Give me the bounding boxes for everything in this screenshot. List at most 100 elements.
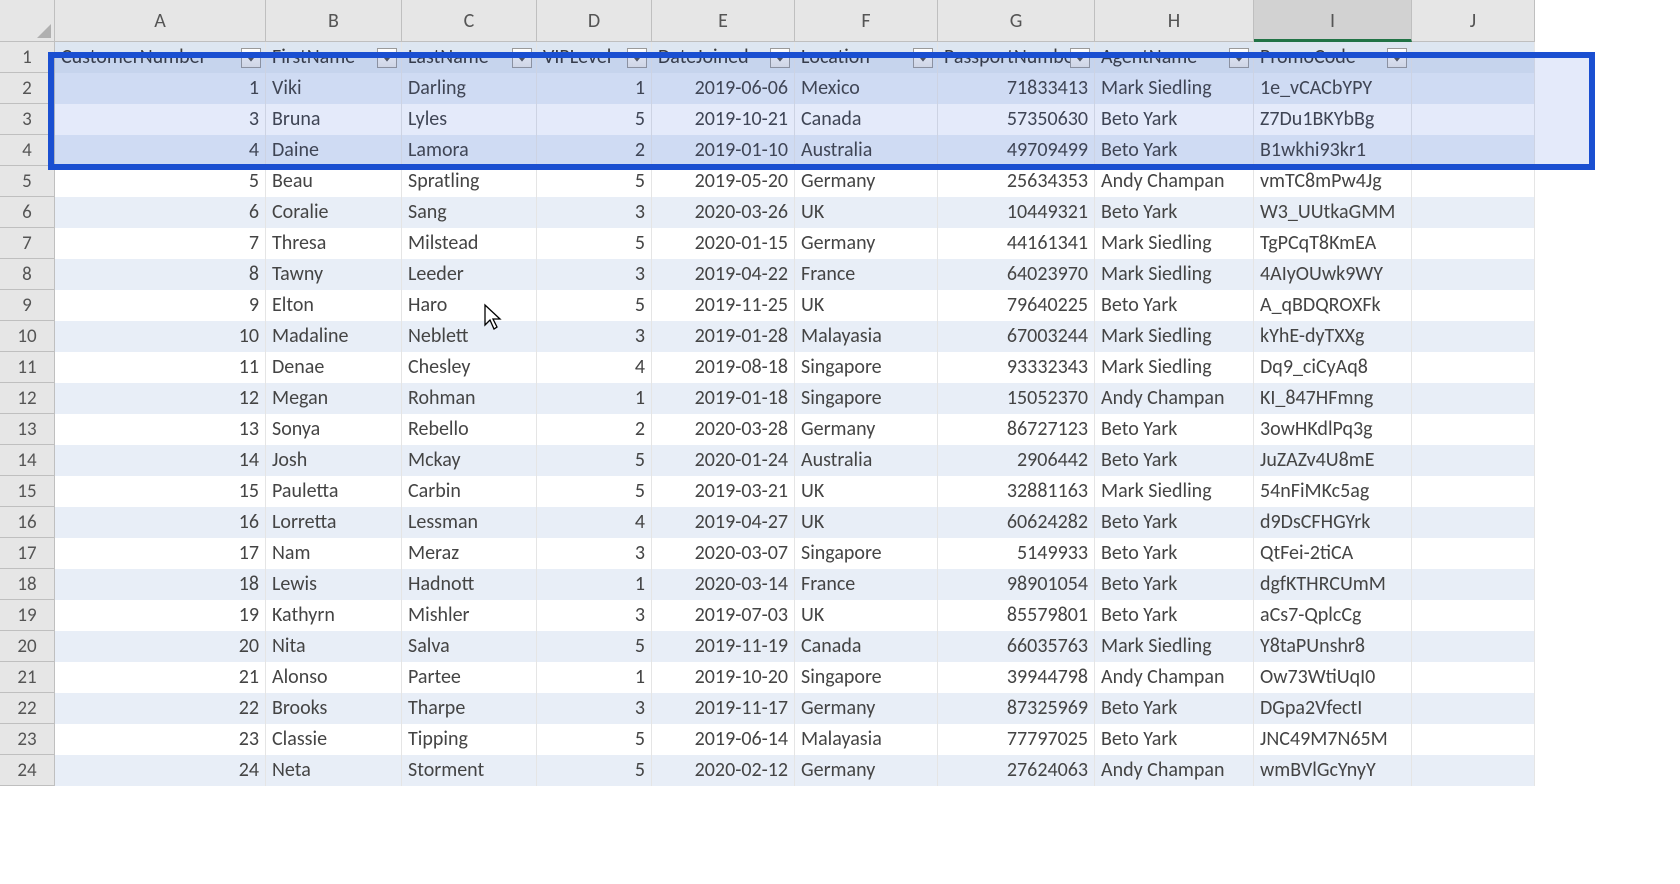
cell[interactable]: 87325969	[938, 693, 1095, 724]
filter-dropdown-icon[interactable]	[627, 48, 647, 68]
cell[interactable]: Mexico	[795, 73, 938, 104]
cell[interactable]: 32881163	[938, 476, 1095, 507]
cell[interactable]: 98901054	[938, 569, 1095, 600]
cell[interactable]: 4	[55, 135, 266, 166]
cell[interactable]: 15052370	[938, 383, 1095, 414]
row-header-2[interactable]: 2	[0, 73, 55, 104]
cell[interactable]: 2020-03-07	[652, 538, 795, 569]
cell[interactable]: 77797025	[938, 724, 1095, 755]
cell[interactable]: Mark Siedling	[1095, 73, 1254, 104]
cell[interactable]: 2020-03-14	[652, 569, 795, 600]
cell[interactable]: 2019-10-20	[652, 662, 795, 693]
cell[interactable]	[1412, 755, 1535, 786]
cell[interactable]: 2019-01-10	[652, 135, 795, 166]
row-header-12[interactable]: 12	[0, 383, 55, 414]
cell[interactable]: 49709499	[938, 135, 1095, 166]
header-cell-G[interactable]: PassportNumber	[938, 42, 1095, 73]
column-header-J[interactable]: J	[1412, 0, 1535, 42]
cell[interactable]: 1	[55, 73, 266, 104]
cell[interactable]: Andy Champan	[1095, 755, 1254, 786]
cell[interactable]: 11	[55, 352, 266, 383]
cell[interactable]: Beto Yark	[1095, 197, 1254, 228]
cell[interactable]	[1412, 507, 1535, 538]
cell[interactable]: Mark Siedling	[1095, 631, 1254, 662]
cell[interactable]: Mark Siedling	[1095, 321, 1254, 352]
cell[interactable]: 22	[55, 693, 266, 724]
cell[interactable]: Denae	[266, 352, 402, 383]
cell[interactable]: Sonya	[266, 414, 402, 445]
filter-dropdown-icon[interactable]	[1229, 48, 1249, 68]
cell[interactable]: 60624282	[938, 507, 1095, 538]
filter-dropdown-icon[interactable]	[377, 48, 397, 68]
cell[interactable]: Sang	[402, 197, 537, 228]
cell[interactable]: 2020-03-28	[652, 414, 795, 445]
cell[interactable]: d9DsCFHGYrk	[1254, 507, 1412, 538]
column-header-H[interactable]: H	[1095, 0, 1254, 42]
cell[interactable]: 64023970	[938, 259, 1095, 290]
header-cell-F[interactable]: Location	[795, 42, 938, 73]
cell[interactable]: 16	[55, 507, 266, 538]
cell[interactable]: Canada	[795, 104, 938, 135]
cell[interactable]: Kathyrn	[266, 600, 402, 631]
cell[interactable]: JuZAZv4U8mE	[1254, 445, 1412, 476]
cell[interactable]: Chesley	[402, 352, 537, 383]
cell[interactable]: Germany	[795, 414, 938, 445]
cell[interactable]: Darling	[402, 73, 537, 104]
cell[interactable]: UK	[795, 600, 938, 631]
row-header-23[interactable]: 23	[0, 724, 55, 755]
cell[interactable]: 3	[55, 104, 266, 135]
cell[interactable]	[1412, 569, 1535, 600]
cell[interactable]: 2019-04-22	[652, 259, 795, 290]
cell[interactable]: Pauletta	[266, 476, 402, 507]
cell[interactable]: Dq9_ciCyAq8	[1254, 352, 1412, 383]
cell[interactable]: Mark Siedling	[1095, 228, 1254, 259]
cell[interactable]: Tharpe	[402, 693, 537, 724]
cell[interactable]: kYhE-dyTXXg	[1254, 321, 1412, 352]
cell[interactable]	[1412, 662, 1535, 693]
cell[interactable]: 5	[55, 166, 266, 197]
cell[interactable]: Germany	[795, 755, 938, 786]
cell[interactable]: 5	[537, 476, 652, 507]
cell[interactable]: 20	[55, 631, 266, 662]
cell[interactable]: Singapore	[795, 352, 938, 383]
row-header-14[interactable]: 14	[0, 445, 55, 476]
cell[interactable]: 2020-01-24	[652, 445, 795, 476]
row-header-6[interactable]: 6	[0, 197, 55, 228]
cell[interactable]: Germany	[795, 166, 938, 197]
cell[interactable]: Megan	[266, 383, 402, 414]
cell[interactable]: TgPCqT8KmEA	[1254, 228, 1412, 259]
header-cell-C[interactable]: LastName	[402, 42, 537, 73]
cell[interactable]: Alonso	[266, 662, 402, 693]
cell[interactable]: Lyles	[402, 104, 537, 135]
cell[interactable]: 5	[537, 631, 652, 662]
cell[interactable]: 3	[537, 600, 652, 631]
cell[interactable]: 25634353	[938, 166, 1095, 197]
header-cell-I[interactable]: PromoCode	[1254, 42, 1412, 73]
cell[interactable]: 14	[55, 445, 266, 476]
cell[interactable]: Hadnott	[402, 569, 537, 600]
cell[interactable]: 15	[55, 476, 266, 507]
cell[interactable]: 3	[537, 259, 652, 290]
cell[interactable]: 2019-10-21	[652, 104, 795, 135]
cell[interactable]: Beto Yark	[1095, 104, 1254, 135]
cell[interactable]: 2020-03-26	[652, 197, 795, 228]
cell[interactable]: 10449321	[938, 197, 1095, 228]
cell[interactable]: 5	[537, 290, 652, 321]
cell[interactable]: 4AIyOUwk9WY	[1254, 259, 1412, 290]
cell[interactable]	[1412, 693, 1535, 724]
row-header-4[interactable]: 4	[0, 135, 55, 166]
cell[interactable]: 44161341	[938, 228, 1095, 259]
cell[interactable]: Madaline	[266, 321, 402, 352]
row-header-3[interactable]: 3	[0, 104, 55, 135]
cell[interactable]: 2019-08-18	[652, 352, 795, 383]
header-cell-D[interactable]: VIPLevel	[537, 42, 652, 73]
cell[interactable]	[1412, 104, 1535, 135]
cell[interactable]: 2019-11-17	[652, 693, 795, 724]
cell[interactable]: Leeder	[402, 259, 537, 290]
filter-dropdown-icon[interactable]	[770, 48, 790, 68]
cell[interactable]: 4	[537, 352, 652, 383]
cell[interactable]: KI_847HFmng	[1254, 383, 1412, 414]
cell[interactable]: 13	[55, 414, 266, 445]
cell[interactable]: Andy Champan	[1095, 383, 1254, 414]
cell[interactable]	[1412, 290, 1535, 321]
